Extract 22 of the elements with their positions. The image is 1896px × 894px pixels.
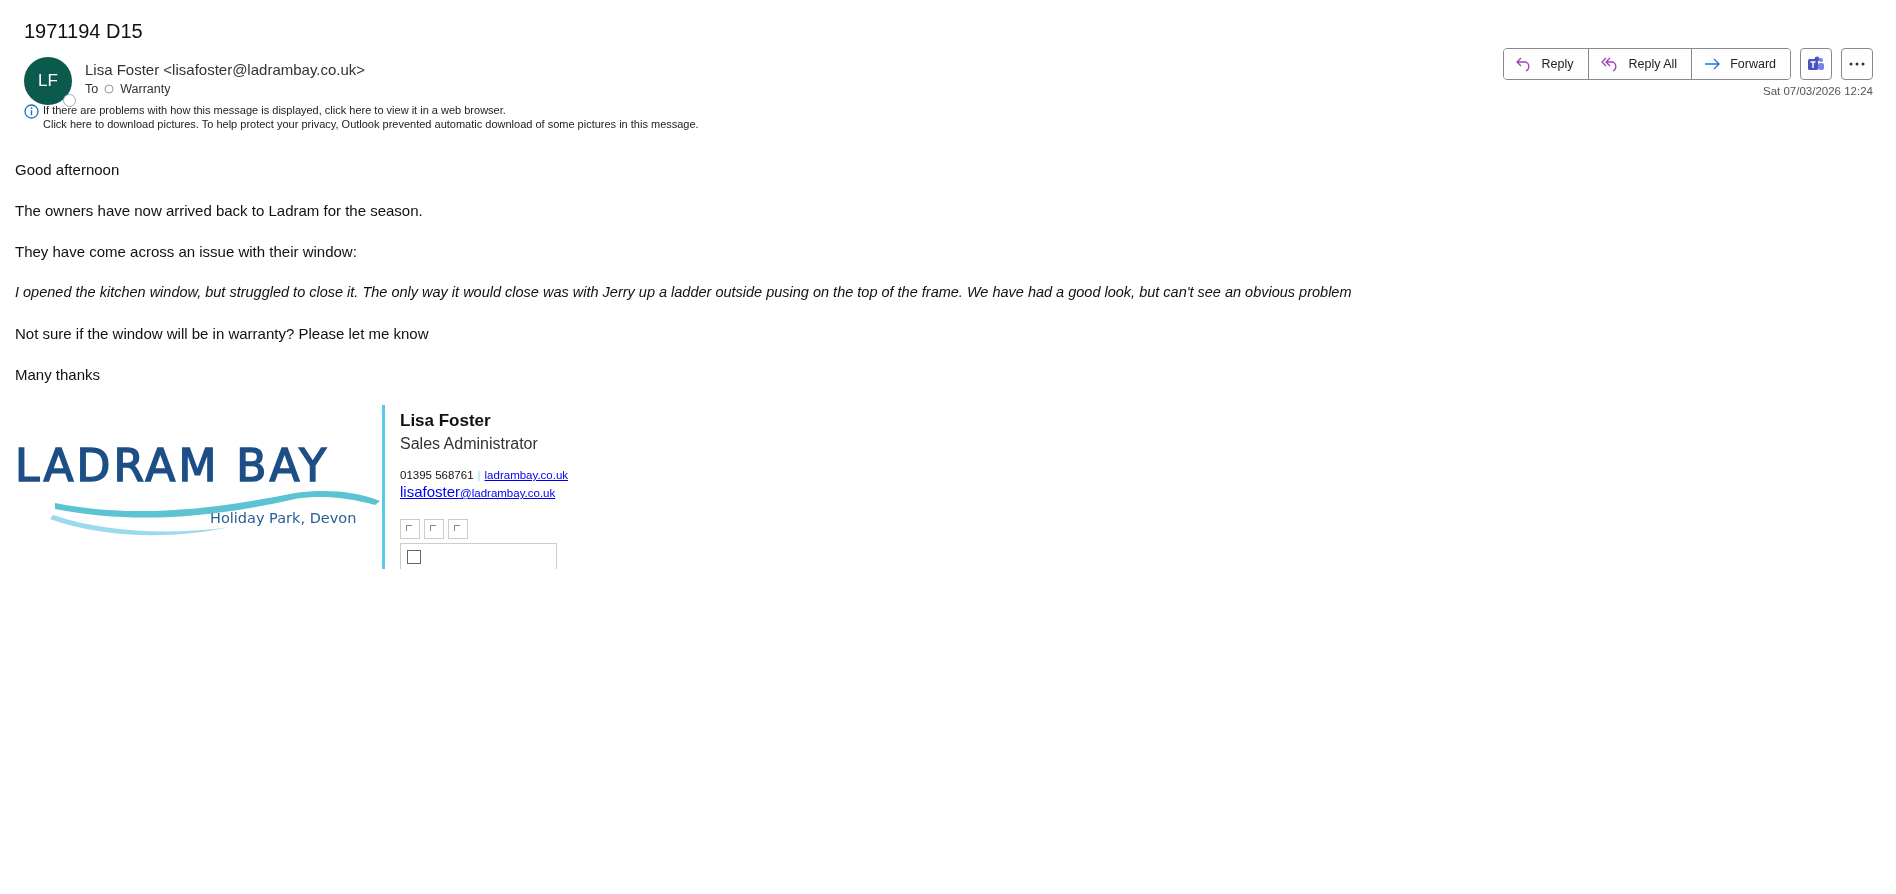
signature-role: Sales Administrator: [400, 435, 539, 453]
body-paragraph: Many thanks: [15, 365, 102, 385]
forward-button[interactable]: Forward: [1691, 49, 1790, 79]
info-message[interactable]: If there are problems with how this message is displayed, click here to view it in a web browser.: [43, 103, 699, 117]
email-subject: 1971194 D15: [23, 20, 144, 43]
body-paragraph: They have come across an issue with their window:: [15, 242, 358, 262]
to-label: To: [85, 82, 99, 96]
signature-name: Lisa Foster: [400, 411, 492, 431]
website-link[interactable]: ladrambay.co.uk: [484, 469, 569, 481]
body-paragraph: Not sure if the window will be in warranty? Please let me know: [15, 324, 430, 344]
email-link[interactable]: lisafoster@ladrambay.co.uk: [400, 483, 556, 500]
phone-number: 01395 568761: [400, 469, 474, 481]
logo-title: LADRAM BAY: [15, 440, 330, 491]
body-paragraph: The owners have now arrived back to Ladram for the season.: [15, 201, 424, 221]
body-paragraph: I opened the kitchen window, but struggled to close it. The only way it would close was with Jerry up a ladder outside pusing on the top of the frame. We have had a good look, but can't see an obvious problem: [15, 283, 1353, 302]
info-message[interactable]: Click here to download pictures. To help protect your privacy, Outlook prevented automatic download of some pictures in this message.: [43, 117, 699, 131]
body-paragraph: Good afternoon: [15, 160, 121, 180]
sender-name: Lisa Foster <lisafoster@ladrambay.co.uk>: [85, 61, 366, 78]
sent-date: Sat 07/03/2026 12:24: [1763, 85, 1873, 97]
logo-subtitle: Holiday Park, Devon: [210, 510, 357, 526]
recipient[interactable]: Warranty: [120, 82, 171, 96]
separator: |: [477, 469, 481, 481]
